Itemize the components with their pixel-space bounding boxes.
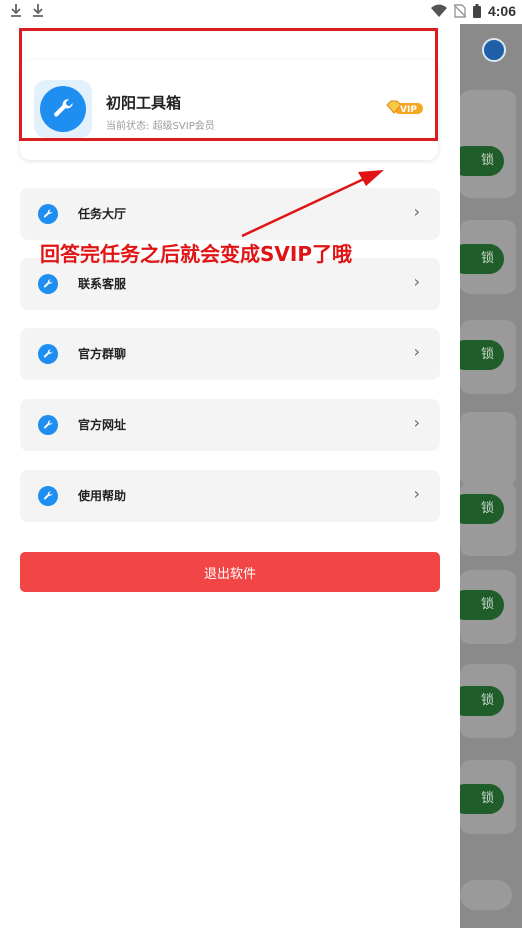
background-unlock-button: 锁 bbox=[460, 494, 504, 524]
membership-status: 当前状态: 超级SVIP会员 bbox=[106, 117, 215, 132]
vip-badge-text: VIP bbox=[400, 105, 417, 115]
background-unlock-button: 锁 bbox=[460, 590, 504, 620]
chevron-right-icon: › bbox=[413, 484, 420, 503]
status-right-icons: 4:06 bbox=[430, 3, 516, 19]
status-value: 超级SVIP会员 bbox=[152, 121, 215, 132]
battery-icon bbox=[472, 4, 481, 18]
background-unlock-button: 锁 bbox=[460, 686, 504, 716]
chevron-right-icon: › bbox=[413, 272, 420, 291]
background-bottom-bar bbox=[460, 880, 512, 910]
wrench-icon bbox=[40, 86, 86, 132]
background-app: 锁 锁 锁 锁 锁 锁 锁 bbox=[460, 24, 522, 928]
annotation-text: 回答完任务之后就会变成SVIP了哦 bbox=[40, 242, 352, 266]
download-icon bbox=[33, 4, 43, 17]
background-avatar-icon bbox=[482, 38, 506, 62]
background-unlock-button: 锁 bbox=[460, 340, 504, 370]
background-card bbox=[460, 412, 516, 486]
menu-item-label: 官方群聊 bbox=[78, 347, 127, 361]
app-name: 初阳工具箱 bbox=[106, 94, 182, 112]
logout-button[interactable]: 退出软件 bbox=[20, 552, 440, 592]
menu-item-official-group[interactable]: 官方群聊 › bbox=[20, 328, 440, 380]
background-unlock-button: 锁 bbox=[460, 784, 504, 814]
menu-item-help[interactable]: 使用帮助 › bbox=[20, 470, 440, 522]
app-logo bbox=[34, 80, 92, 138]
menu-item-label: 官方网址 bbox=[78, 418, 127, 432]
profile-card[interactable]: 初阳工具箱 当前状态: 超级SVIP会员 VIP bbox=[20, 60, 438, 160]
status-bar: 4:06 bbox=[0, 0, 522, 24]
background-unlock-button: 锁 bbox=[460, 146, 504, 176]
menu-item-label: 使用帮助 bbox=[78, 489, 127, 503]
background-unlock-button: 锁 bbox=[460, 244, 504, 274]
wrench-icon bbox=[38, 486, 58, 506]
wrench-icon bbox=[38, 344, 58, 364]
download-icon bbox=[11, 4, 21, 17]
menu-item-label: 联系客服 bbox=[78, 277, 127, 291]
no-sim-icon bbox=[453, 4, 466, 18]
menu-item-label: 任务大厅 bbox=[78, 207, 127, 221]
status-time: 4:06 bbox=[487, 3, 516, 19]
navigation-drawer: 初阳工具箱 当前状态: 超级SVIP会员 VIP 任务大厅 › 联系客服 › 官… bbox=[0, 24, 460, 928]
wifi-icon bbox=[430, 4, 447, 17]
status-left-icons bbox=[10, 3, 44, 17]
chevron-right-icon: › bbox=[413, 413, 420, 432]
wrench-icon bbox=[38, 204, 58, 224]
chevron-right-icon: › bbox=[413, 202, 420, 221]
menu-item-task-hall[interactable]: 任务大厅 › bbox=[20, 188, 440, 240]
status-label: 当前状态: bbox=[106, 121, 150, 132]
menu-item-official-website[interactable]: 官方网址 › bbox=[20, 399, 440, 451]
wrench-icon bbox=[38, 274, 58, 294]
vip-badge: VIP bbox=[386, 100, 424, 116]
wrench-icon bbox=[38, 415, 58, 435]
chevron-right-icon: › bbox=[413, 342, 420, 361]
